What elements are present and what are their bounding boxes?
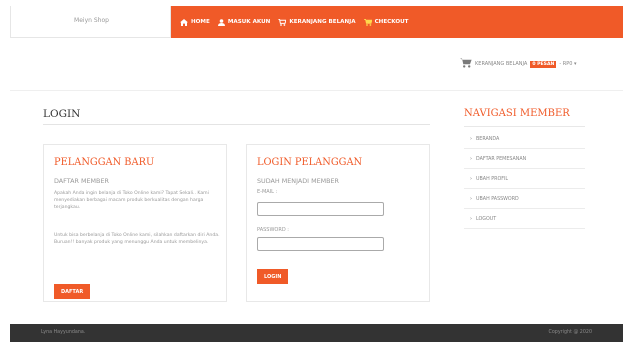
- chevron-right-icon: ›: [470, 136, 472, 142]
- cart-count-badge: 0 PESAN: [530, 60, 557, 68]
- cart-summary-icon: [460, 58, 472, 70]
- new-customer-intro-text: Apakah Anda ingin belanja di Toko Online…: [54, 191, 209, 210]
- new-customer-title: PELANGGAN BARU: [54, 157, 155, 168]
- footer-author: Lyna Hayyundana.: [41, 330, 86, 335]
- sidebar-item-beranda[interactable]: › BERANDA: [464, 130, 585, 149]
- checkout-cart-icon: [363, 18, 372, 26]
- password-label: PASSWORD :: [257, 227, 289, 233]
- login-button[interactable]: LOGIN: [257, 269, 289, 284]
- chevron-right-icon: ›: [470, 156, 472, 162]
- register-button[interactable]: DAFTAR: [54, 284, 91, 299]
- customer-login-title: LOGIN PELANGGAN: [257, 157, 363, 168]
- sidebar-item-label: LOGOUT: [476, 216, 497, 222]
- nav-cart-label: KERANJANG BELANJA: [289, 19, 356, 25]
- top-navbar: Meiyn Shop HOME MASUK AKUN KERANJANG BEL…: [10, 6, 623, 38]
- customer-login-subtitle: SUDAH MENJADI MEMBER: [257, 177, 339, 185]
- sidebar-item-label: BERANDA: [476, 136, 500, 142]
- sidebar-item-ubah-password[interactable]: › UBAH PASSWORD: [464, 190, 585, 209]
- brand-box[interactable]: Meiyn Shop: [10, 6, 171, 38]
- sidebar-divider: [464, 126, 585, 127]
- cart-icon: [278, 18, 287, 26]
- brand-name[interactable]: Meiyn Shop: [11, 17, 172, 24]
- chevron-right-icon: ›: [470, 176, 472, 182]
- chevron-right-icon: ›: [470, 196, 472, 202]
- customer-login-panel: LOGIN PELANGGAN SUDAH MENJADI MEMBER E-M…: [246, 144, 430, 302]
- cart-summary[interactable]: KERANJANG BELANJA 0 PESAN - RP0 ▾: [460, 58, 577, 70]
- new-customer-register-text: Untuk bisa berbelanja di Toko Online kam…: [54, 233, 220, 245]
- nav-home-label: HOME: [191, 19, 210, 25]
- footer: Lyna Hayyundana. Copyright @ 2020: [10, 324, 623, 342]
- page: Meiyn Shop HOME MASUK AKUN KERANJANG BEL…: [0, 0, 633, 342]
- nav-checkout[interactable]: CHECKOUT: [363, 18, 409, 26]
- nav-login[interactable]: MASUK AKUN: [217, 18, 271, 26]
- email-field[interactable]: [257, 202, 384, 216]
- home-icon: [180, 18, 188, 26]
- page-title: LOGIN: [43, 108, 81, 120]
- nav-checkout-label: CHECKOUT: [374, 19, 409, 25]
- nav-login-label: MASUK AKUN: [227, 19, 271, 25]
- cart-summary-label: KERANJANG BELANJA: [475, 61, 528, 67]
- email-label: E-MAIL :: [257, 189, 278, 195]
- chevron-right-icon: ›: [470, 216, 472, 222]
- new-customer-subtitle: DAFTAR MEMBER: [54, 177, 109, 185]
- sidebar-item-label: UBAH PROFIL: [476, 176, 509, 182]
- new-customer-panel: PELANGGAN BARU DAFTAR MEMBER Apakah Anda…: [43, 144, 227, 302]
- sidebar-item-ubah-profil[interactable]: › UBAH PROFIL: [464, 170, 585, 189]
- title-divider: [43, 124, 430, 125]
- sidebar-item-label: UBAH PASSWORD: [476, 196, 519, 202]
- nav-home[interactable]: HOME: [180, 18, 210, 26]
- nav-cart[interactable]: KERANJANG BELANJA: [278, 18, 356, 26]
- sidebar-item-label: DAFTAR PEMESANAN: [476, 156, 527, 162]
- cart-amount-dropdown[interactable]: - RP0 ▾: [559, 61, 576, 67]
- password-field[interactable]: [257, 237, 384, 251]
- sidebar-title: NAVIGASI MEMBER: [464, 108, 570, 119]
- footer-copyright: Copyright @ 2020: [548, 330, 593, 335]
- sidebar-item-logout[interactable]: › LOGOUT: [464, 210, 585, 229]
- main-nav: HOME MASUK AKUN KERANJANG BELANJA CHECKO…: [180, 6, 408, 38]
- user-icon: [217, 18, 225, 26]
- header-divider: [10, 90, 623, 91]
- sidebar-item-daftar-pemesanan[interactable]: › DAFTAR PEMESANAN: [464, 150, 585, 169]
